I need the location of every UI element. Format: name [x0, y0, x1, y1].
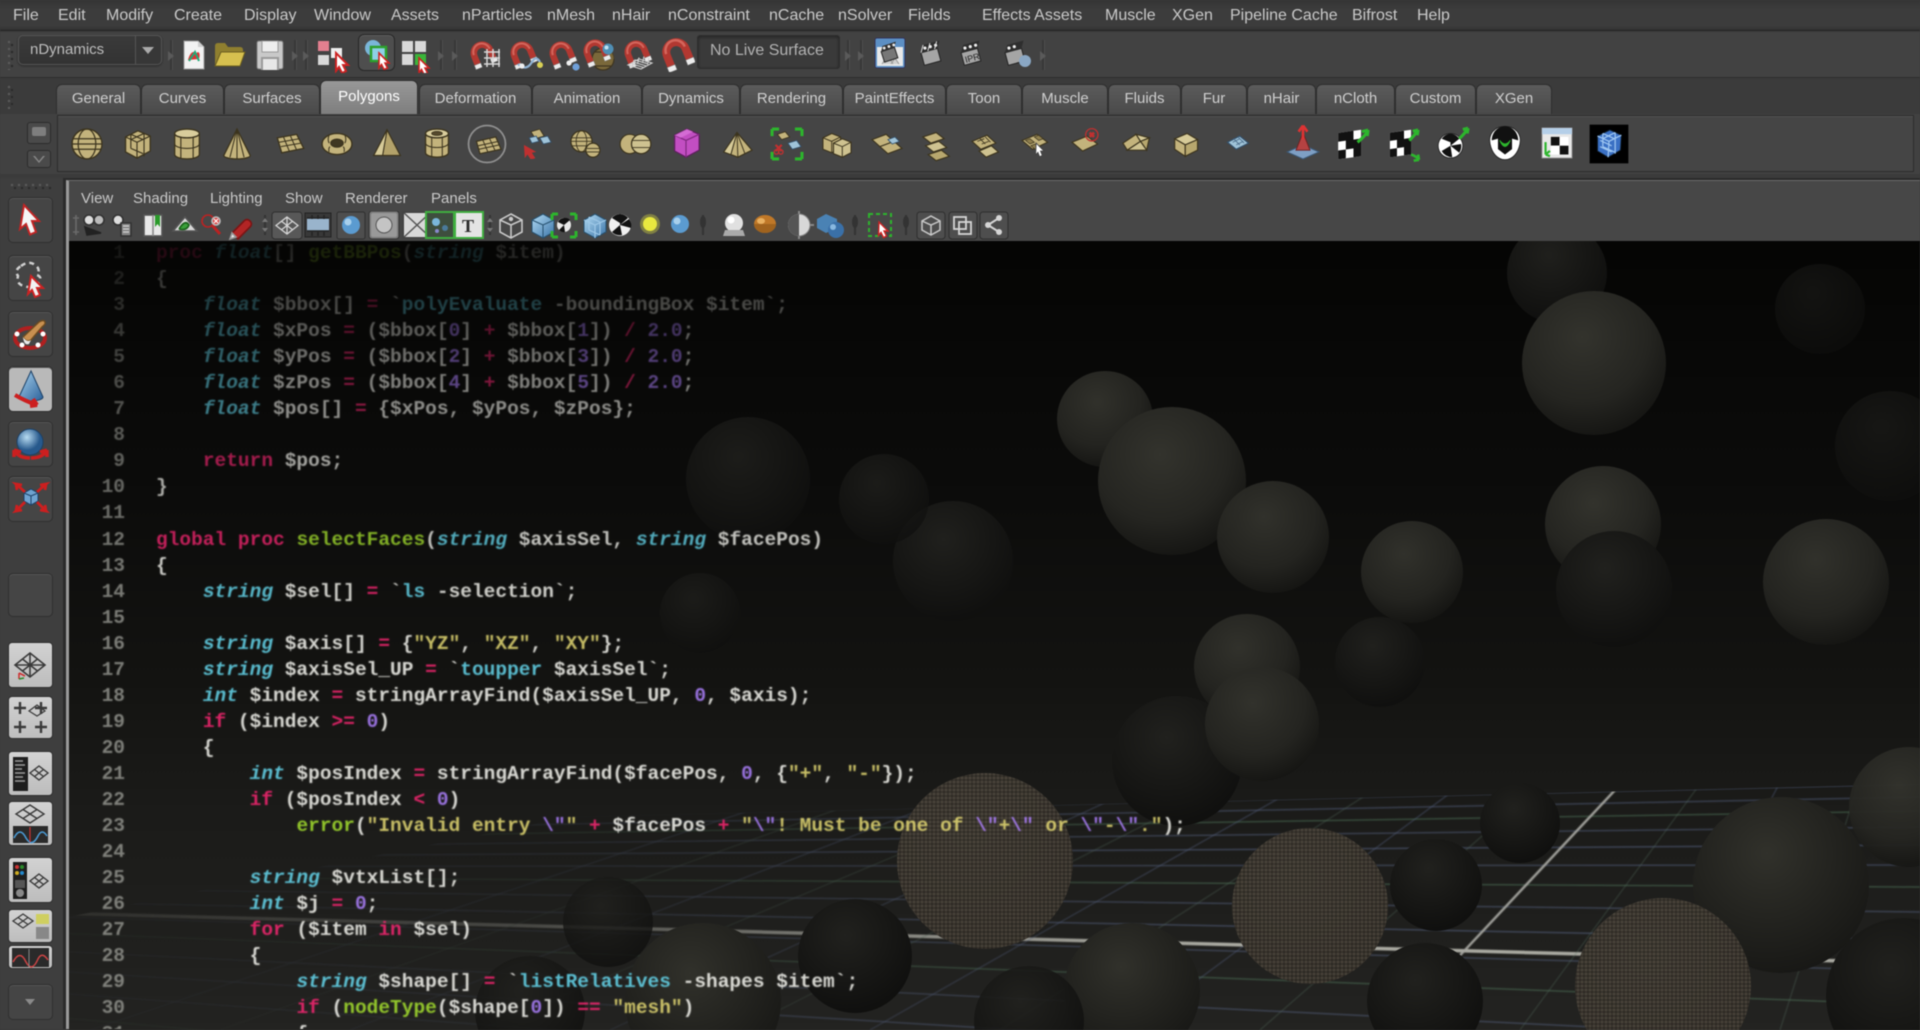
svg-text:T: T — [462, 216, 474, 236]
